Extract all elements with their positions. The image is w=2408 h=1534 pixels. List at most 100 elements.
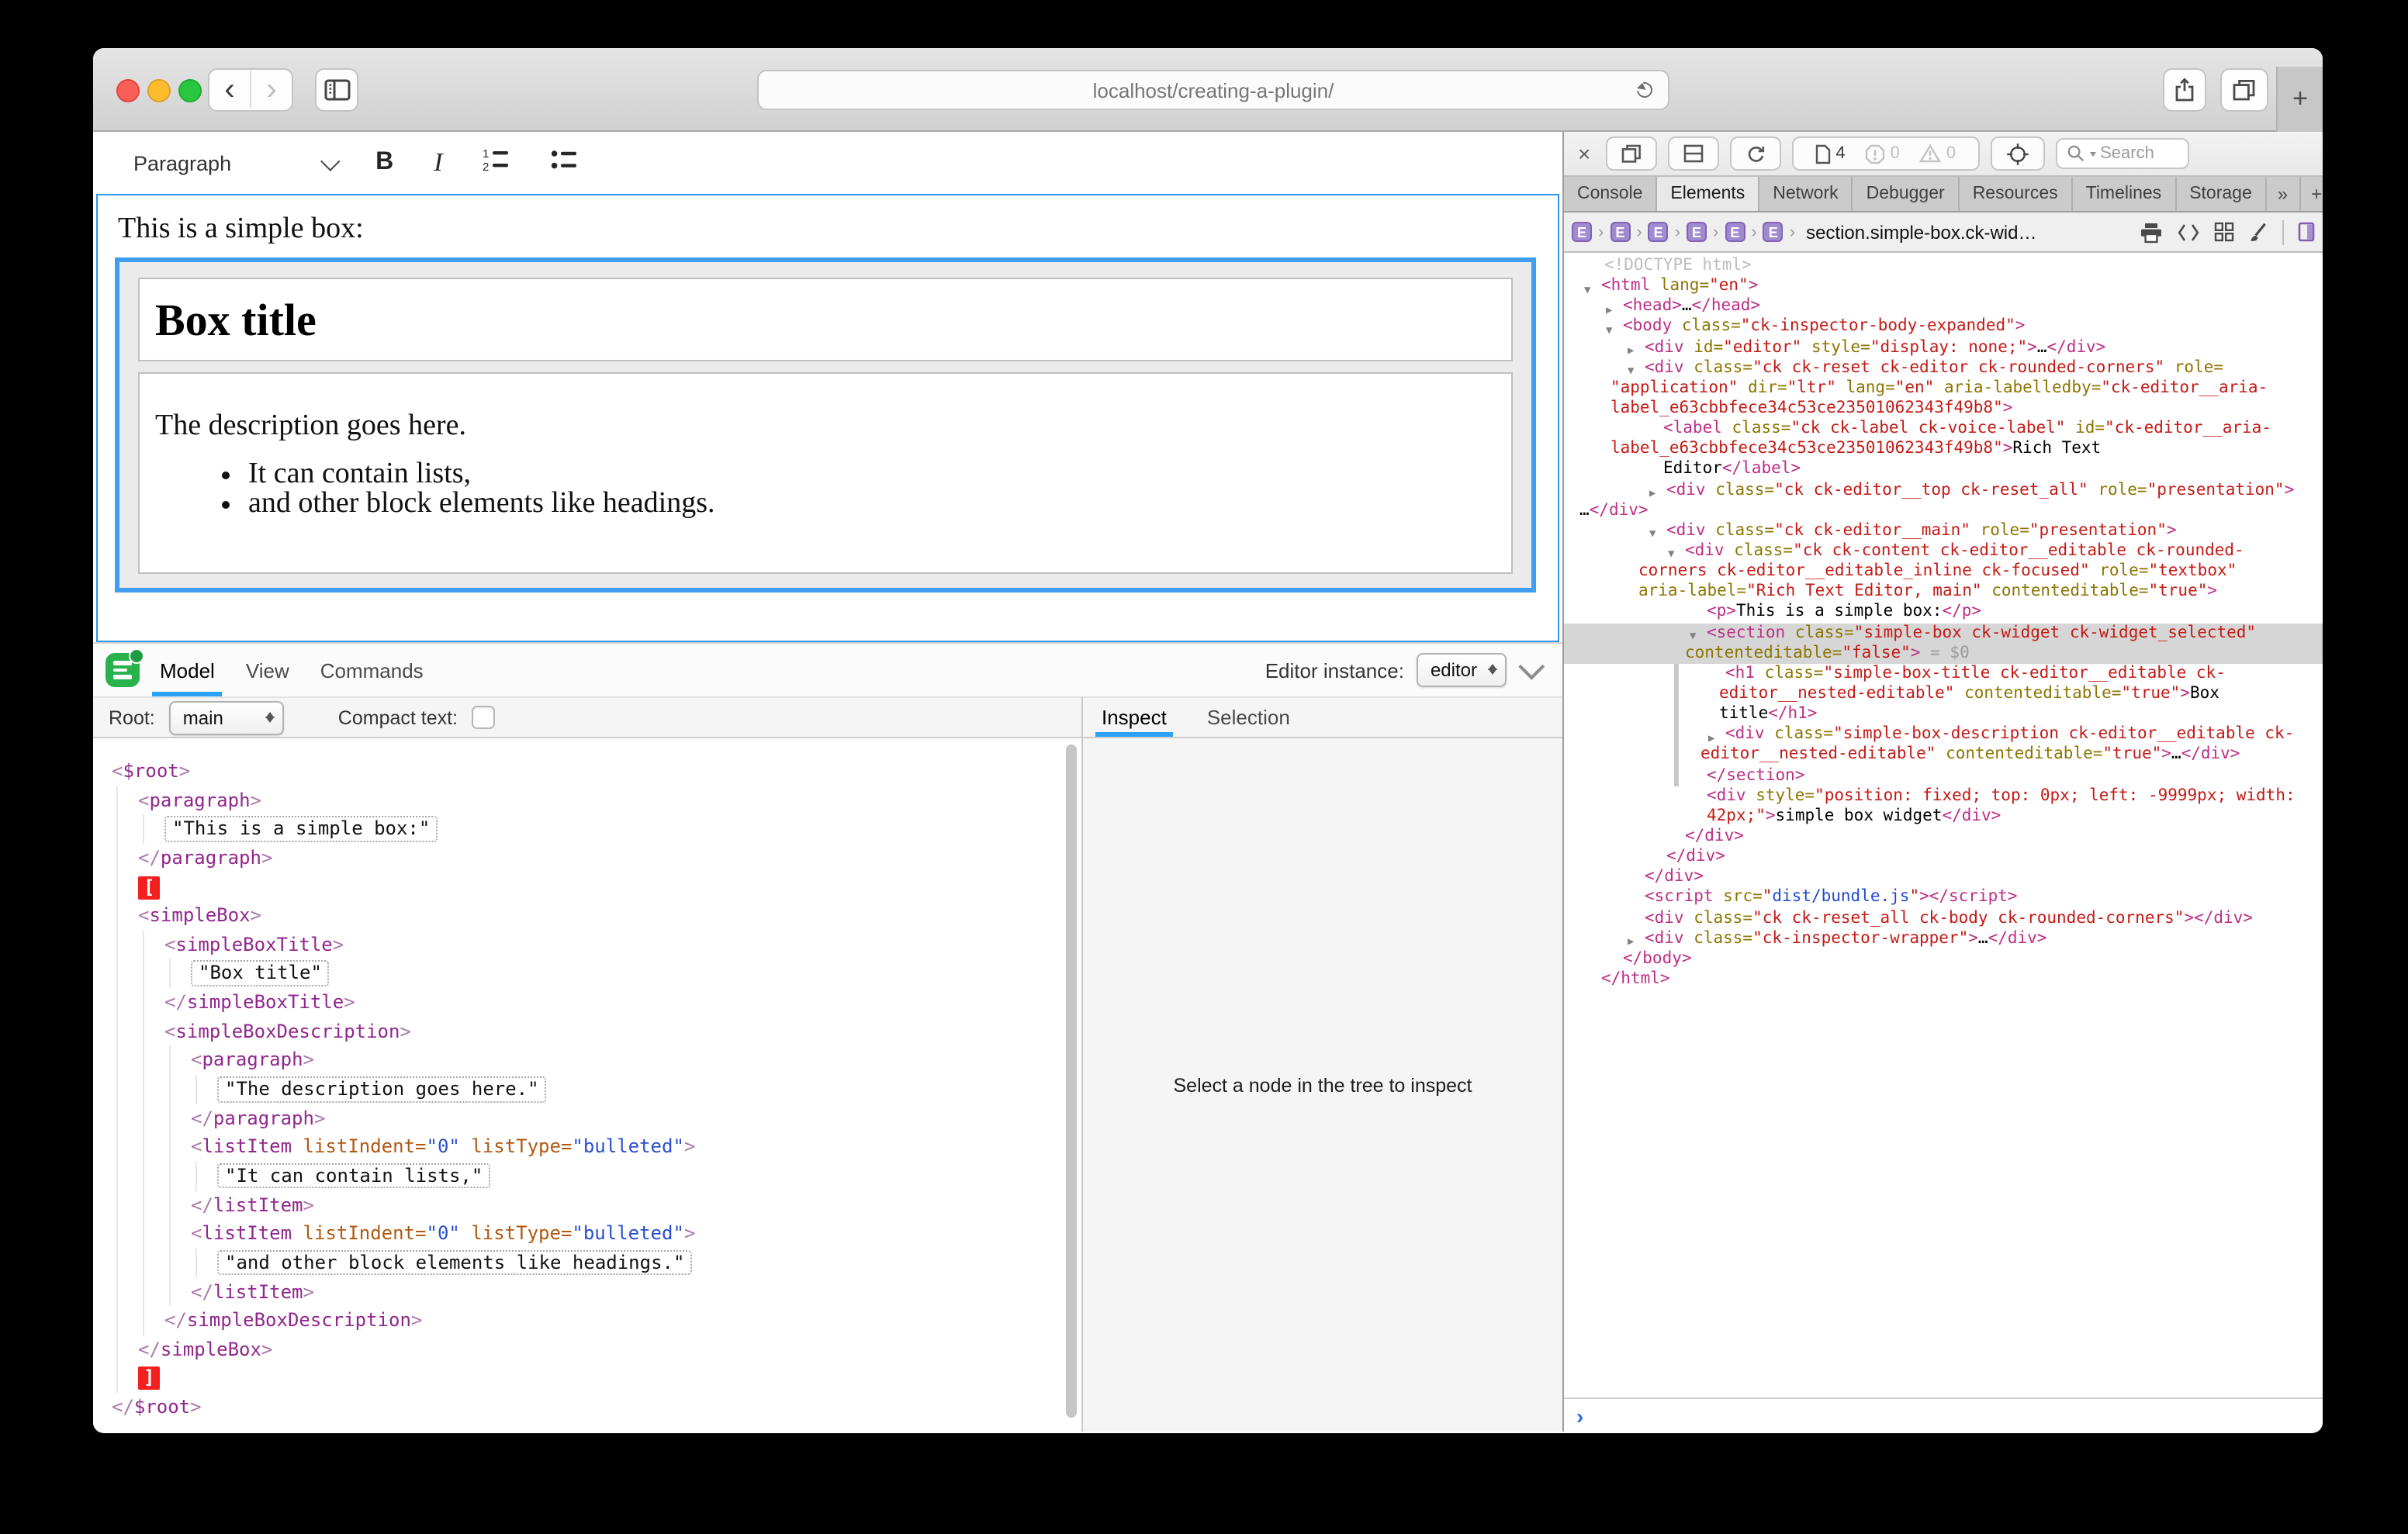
model-element-row[interactable]: <paragraph> xyxy=(93,1046,1081,1075)
dom-tree-row[interactable]: Editor</label> xyxy=(1564,460,2323,480)
collapse-inspector-icon[interactable] xyxy=(1518,654,1545,680)
paragraph-dropdown[interactable]: Paragraph xyxy=(133,151,335,174)
dom-tree-row[interactable]: 42px;">simple box widget</div> xyxy=(1564,807,2323,827)
scrollbar-thumb[interactable] xyxy=(1066,745,1077,1418)
dom-tree-row[interactable]: label_e63cbbfece34c53ce23501062343f49b8"… xyxy=(1564,440,2323,460)
tab-model[interactable]: Model xyxy=(160,644,215,696)
breadcrumb-element-badge[interactable]: E xyxy=(1610,222,1630,242)
devtools-tab-resources[interactable]: Resources xyxy=(1960,177,2073,211)
close-devtools-icon[interactable]: × xyxy=(1578,141,1590,166)
model-element-row[interactable]: <simpleBoxTitle> xyxy=(93,931,1081,959)
dom-tree-row[interactable]: <p>This is a simple box:</p> xyxy=(1564,603,2323,623)
tab-commands[interactable]: Commands xyxy=(320,644,424,696)
dom-tree-row[interactable]: label_e63cbbfece34c53ce23501062343f49b8"… xyxy=(1564,399,2323,419)
dom-tree-row[interactable]: <div class="ck ck-reset_all ck-body ck-r… xyxy=(1564,908,2323,928)
model-element-row[interactable]: <listItem listIndent="0" listType="bulle… xyxy=(93,1220,1081,1249)
devtools-search-field[interactable]: Search xyxy=(2055,138,2188,169)
dom-tree-row[interactable]: ▶<div class="ck-inspector-wrapper">…</di… xyxy=(1564,928,2323,948)
model-element-row[interactable]: </simpleBoxTitle> xyxy=(93,988,1081,1017)
breadcrumb-element-badge[interactable]: E xyxy=(1763,222,1784,242)
breadcrumb-element-badge[interactable]: E xyxy=(1687,222,1707,242)
model-element-row[interactable]: </paragraph> xyxy=(93,1104,1081,1132)
model-selection-marker-row[interactable]: ] xyxy=(93,1364,1081,1393)
dom-tree-row[interactable]: ▶<div id="editor" style="display: none;"… xyxy=(1564,337,2323,358)
breadcrumb-element-badge[interactable]: E xyxy=(1725,222,1745,242)
dom-tree-row[interactable]: <label class="ck ck-label ck-voice-label… xyxy=(1564,419,2323,439)
model-element-row[interactable]: </paragraph> xyxy=(93,844,1081,872)
dom-tree-row[interactable]: <div style="position: fixed; top: 0px; l… xyxy=(1564,786,2323,806)
breadcrumb-element-badge[interactable]: E xyxy=(1649,222,1669,242)
address-bar[interactable]: localhost/creating-a-plugin/ xyxy=(757,70,1669,110)
zoom-window-button[interactable] xyxy=(178,79,202,102)
model-element-row[interactable]: <listItem listIndent="0" listType="bulle… xyxy=(93,1133,1081,1162)
console-prompt[interactable]: › xyxy=(1564,1398,2323,1432)
tab-overflow-button[interactable]: » xyxy=(2267,177,2300,211)
new-tab-button[interactable]: + xyxy=(2276,67,2323,132)
dom-tree-row[interactable]: ▶<div class="ck ck-editor__top ck-reset_… xyxy=(1564,480,2323,500)
details-sidebar-icon[interactable] xyxy=(2298,222,2315,242)
devtools-tab-elements[interactable]: Elements xyxy=(1657,177,1759,211)
model-selection-marker-row[interactable]: [ xyxy=(93,872,1081,901)
numbered-list-button[interactable]: 12 xyxy=(483,147,511,179)
simple-box-widget[interactable]: Box title The description goes here. It … xyxy=(115,257,1536,593)
intro-paragraph[interactable]: This is a simple box: xyxy=(118,212,1558,247)
dom-tree-row[interactable]: </div> xyxy=(1564,847,2323,867)
breadcrumb-element-badge[interactable]: E xyxy=(1572,222,1592,242)
dom-tree-row[interactable]: ▼<body class="ck-inspector-body-expanded… xyxy=(1564,317,2323,337)
editor-instance-select[interactable]: editor xyxy=(1417,653,1507,687)
italic-button[interactable]: I xyxy=(434,147,442,178)
rich-text-editable[interactable]: This is a simple box: Box title The desc… xyxy=(96,194,1559,642)
tab-view[interactable]: View xyxy=(246,644,289,696)
simple-box-description[interactable]: The description goes here. It can contai… xyxy=(138,372,1513,574)
dom-tree-row[interactable]: </div> xyxy=(1564,867,2323,887)
devtools-tab-debugger[interactable]: Debugger xyxy=(1853,177,1960,211)
model-text-node[interactable]: "and other block elements like headings.… xyxy=(217,1250,692,1276)
minimize-window-button[interactable] xyxy=(147,79,171,102)
model-element-row[interactable]: </$root> xyxy=(93,1393,1081,1422)
model-element-row[interactable]: </simpleBoxDescription> xyxy=(93,1306,1081,1335)
dom-tree-row[interactable]: ▼<div class="ck ck-content ck-editor__ed… xyxy=(1564,541,2323,561)
model-element-row[interactable]: </listItem> xyxy=(93,1277,1081,1306)
list-item[interactable]: and other block elements like headings. xyxy=(248,489,1511,518)
dom-tree-row[interactable]: ▼<div class="ck ck-reset ck-editor ck-ro… xyxy=(1564,358,2323,378)
grid-icon[interactable] xyxy=(2214,222,2234,242)
model-element-row[interactable]: </simpleBox> xyxy=(93,1335,1081,1364)
model-element-row[interactable]: <$root> xyxy=(93,757,1081,786)
resource-stats-button[interactable]: 4 0 0 xyxy=(1792,136,1979,171)
dom-tree-row[interactable]: corners ck-editor__editable_inline ck-fo… xyxy=(1564,561,2323,582)
dom-tree-row[interactable]: ▼<div class="ck ck-editor__main" role="p… xyxy=(1564,521,2323,541)
bulleted-list-button[interactable] xyxy=(552,147,580,179)
dom-tree-row[interactable]: "application" dir="ltr" lang="en" aria-l… xyxy=(1564,378,2323,399)
dom-tree-row[interactable]: contenteditable="false"> = $0 xyxy=(1564,643,2323,663)
description-paragraph[interactable]: The description goes here. xyxy=(155,409,1511,444)
dom-tree-row[interactable]: </html> xyxy=(1564,969,2323,990)
model-element-row[interactable]: <simpleBox> xyxy=(93,901,1081,930)
sidebar-toggle-button[interactable] xyxy=(315,68,358,112)
print-icon[interactable] xyxy=(2140,221,2163,243)
model-text-node[interactable]: "The description goes here." xyxy=(217,1076,547,1102)
close-window-button[interactable] xyxy=(116,79,140,102)
model-text-node[interactable]: "This is a simple box:" xyxy=(164,817,438,842)
reload-icon[interactable] xyxy=(1635,81,1654,99)
share-button[interactable] xyxy=(2163,68,2206,112)
root-select[interactable]: main xyxy=(169,700,284,734)
model-text-row[interactable]: "This is a simple box:" xyxy=(93,815,1081,844)
breadcrumb-selected-node[interactable]: section.simple-box.ck-wid… xyxy=(1806,221,2036,243)
dom-tree-row[interactable]: …</div> xyxy=(1564,500,2323,520)
tab-inspect[interactable]: Inspect xyxy=(1102,698,1167,737)
tab-selection[interactable]: Selection xyxy=(1207,698,1290,737)
model-element-row[interactable]: </listItem> xyxy=(93,1190,1081,1219)
paintbrush-icon[interactable] xyxy=(2248,221,2268,243)
dom-tree-row[interactable]: </body> xyxy=(1564,949,2323,969)
model-text-node[interactable]: "Box title" xyxy=(191,961,330,986)
compact-text-checkbox[interactable] xyxy=(472,706,495,729)
model-element-row[interactable]: <paragraph> xyxy=(93,786,1081,814)
dom-tree-row[interactable]: </div> xyxy=(1564,827,2323,847)
detach-devtools-button[interactable] xyxy=(1606,136,1657,171)
model-text-row[interactable]: "and other block elements like headings.… xyxy=(93,1249,1081,1277)
tab-overview-button[interactable] xyxy=(2220,68,2268,112)
devtools-tab-timelines[interactable]: Timelines xyxy=(2073,177,2177,211)
list-item[interactable]: It can contain lists, xyxy=(248,461,1511,489)
model-text-node[interactable]: "It can contain lists," xyxy=(217,1163,490,1189)
model-text-row[interactable]: "The description goes here." xyxy=(93,1075,1081,1104)
